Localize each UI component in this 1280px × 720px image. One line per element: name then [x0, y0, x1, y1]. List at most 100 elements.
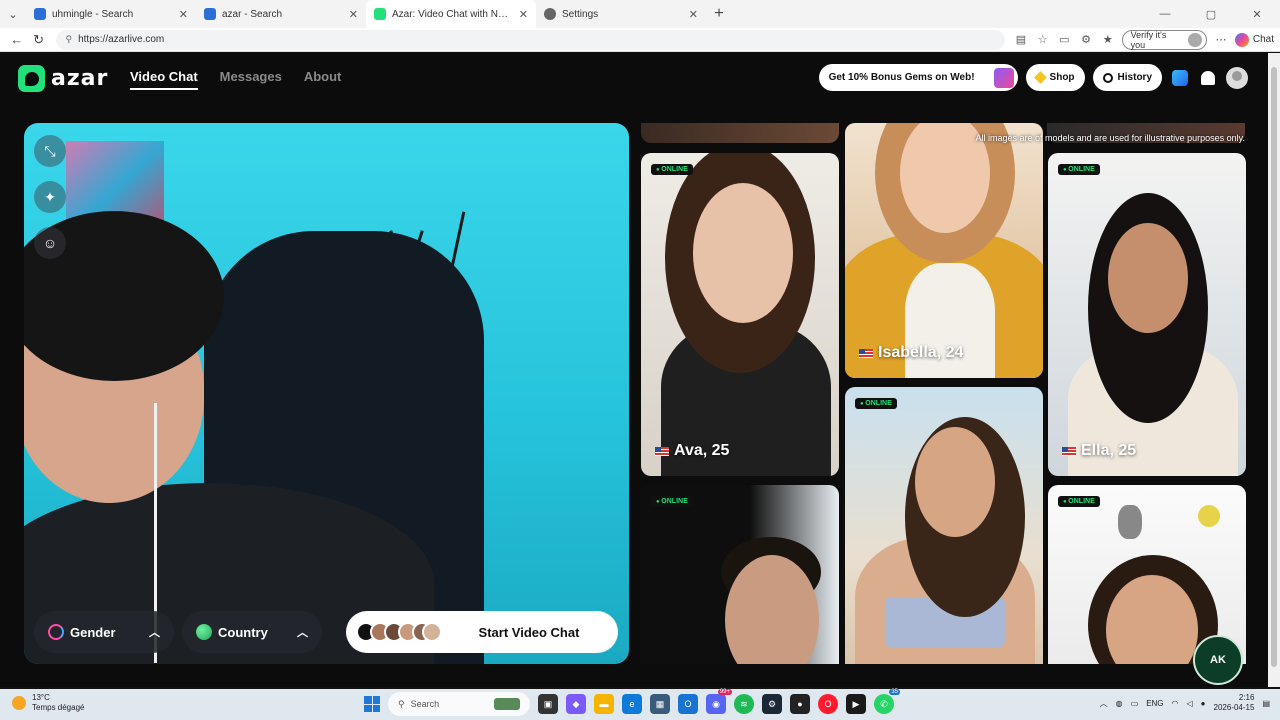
- close-tab-icon[interactable]: ✕: [689, 8, 698, 21]
- bonus-gems-button[interactable]: Get 10% Bonus Gems on Web!: [818, 64, 1018, 91]
- weather-moon-icon: [12, 696, 26, 710]
- tab-list-chevron-icon[interactable]: ⌄: [0, 0, 26, 28]
- profile-card[interactable]: ONLINE Ava, 25: [641, 153, 839, 476]
- capcut-icon[interactable]: ▶: [846, 694, 866, 714]
- face-filter-icon[interactable]: ☺: [34, 227, 66, 259]
- site-info-icon[interactable]: ⚲: [66, 34, 73, 45]
- notification-bell-icon[interactable]: [1198, 68, 1218, 88]
- notification-center-icon[interactable]: ▤: [1262, 699, 1270, 708]
- store-icon[interactable]: ▦: [650, 694, 670, 714]
- window-controls: — ▢ ✕: [1142, 0, 1280, 28]
- back-arrow-icon[interactable]: ←: [6, 29, 28, 51]
- page-scrollbar[interactable]: [1268, 53, 1280, 687]
- favorite-star-icon[interactable]: ☆: [1035, 32, 1051, 48]
- clock[interactable]: 2:16 2026-04-15: [1214, 693, 1255, 713]
- channel-watermark-logo: AK: [1193, 635, 1243, 685]
- network-icon[interactable]: ◍: [1116, 699, 1123, 708]
- shop-label: Shop: [1049, 72, 1075, 83]
- collapse-view-icon[interactable]: ⤡: [34, 135, 66, 167]
- online-badge: ONLINE: [1058, 496, 1100, 507]
- gift-icon: [993, 67, 1014, 88]
- profile-card[interactable]: ONLINE: [845, 387, 1043, 664]
- verify-profile-button[interactable]: Verify it's you: [1121, 29, 1208, 50]
- copilot-icon: [1234, 32, 1249, 47]
- minimize-icon[interactable]: —: [1142, 0, 1188, 28]
- close-window-icon[interactable]: ✕: [1234, 0, 1280, 28]
- windows-start-icon[interactable]: [364, 696, 380, 712]
- opera-icon[interactable]: O: [818, 694, 838, 714]
- user-profile-avatar[interactable]: [1226, 66, 1248, 89]
- nav-about[interactable]: About: [304, 69, 342, 90]
- copilot-button[interactable]: Chat: [1234, 32, 1274, 47]
- url-text: https://azarlive.com: [78, 34, 165, 45]
- main-nav: Video Chat Messages About: [130, 69, 341, 90]
- history-button[interactable]: History: [1092, 64, 1162, 91]
- profile-card[interactable]: ONLINE: [641, 485, 839, 664]
- lang-indicator[interactable]: ENG: [1146, 699, 1163, 708]
- volume-icon[interactable]: ◁: [1187, 699, 1193, 708]
- taskbar-search[interactable]: ⚲ Search: [388, 692, 530, 716]
- photo-face: [693, 183, 793, 323]
- profile-card-partial[interactable]: [641, 123, 839, 143]
- discord-badge: 99+: [717, 689, 732, 695]
- online-badge: ONLINE: [651, 496, 693, 507]
- close-tab-icon[interactable]: ✕: [519, 8, 528, 21]
- nav-video-chat[interactable]: Video Chat: [130, 69, 198, 90]
- new-tab-button[interactable]: +: [706, 5, 732, 23]
- microphone-icon[interactable]: ●: [1201, 699, 1206, 708]
- weather-widget[interactable]: 13°C Temps dégagé: [12, 693, 84, 713]
- start-video-chat-button[interactable]: Start Video Chat: [346, 611, 618, 653]
- history-label: History: [1117, 72, 1152, 83]
- close-tab-icon[interactable]: ✕: [349, 8, 358, 21]
- edge-icon[interactable]: e: [622, 694, 642, 714]
- gender-filter-button[interactable]: Gender ︿: [34, 611, 174, 653]
- profile-name: Ava, 25: [655, 442, 729, 460]
- browser-tab[interactable]: Settings ✕: [536, 0, 706, 28]
- country-filter-button[interactable]: Country ︿: [182, 611, 322, 653]
- avatar-stack: [356, 622, 442, 642]
- more-menu-icon[interactable]: ⋯: [1213, 32, 1229, 48]
- gem-balance-icon[interactable]: [1170, 68, 1190, 88]
- profile-card[interactable]: ONLINE Ella, 25: [1048, 153, 1246, 476]
- battery-icon[interactable]: ▭: [1131, 699, 1139, 708]
- copilot-app-icon[interactable]: ◆: [566, 694, 586, 714]
- reload-icon[interactable]: ↻: [28, 29, 50, 51]
- photo-face: [1108, 223, 1188, 333]
- tab-title: Settings: [562, 8, 599, 20]
- url-field[interactable]: ⚲ https://azarlive.com: [55, 29, 1006, 50]
- magic-wand-icon[interactable]: ✦: [34, 181, 66, 213]
- search-icon: ⚲: [398, 698, 405, 709]
- file-explorer-icon[interactable]: ▬: [594, 694, 614, 714]
- match-filters: Gender ︿ Country ︿: [34, 611, 322, 653]
- country-label: Country: [218, 624, 268, 640]
- shop-button[interactable]: Shop: [1025, 64, 1085, 91]
- weather-temp: 13°C: [32, 693, 50, 702]
- spotify-icon[interactable]: ≋: [734, 694, 754, 714]
- extensions-icon[interactable]: ⚙: [1078, 32, 1094, 48]
- search-placeholder: Search: [410, 699, 440, 709]
- azar-logo[interactable]: azar: [18, 65, 108, 92]
- azar-favicon-icon: [374, 8, 386, 20]
- steam-icon[interactable]: ⚙: [762, 694, 782, 714]
- whatsapp-icon[interactable]: ✆ 35: [874, 689, 900, 714]
- obs-icon[interactable]: ●: [790, 694, 810, 714]
- discord-icon[interactable]: ◉ 99+: [706, 689, 732, 714]
- reader-icon[interactable]: ▤: [1013, 32, 1029, 48]
- browser-tab-active[interactable]: Azar: Video Chat with New Pe ✕: [366, 0, 536, 28]
- wifi-icon[interactable]: ◠: [1172, 699, 1179, 708]
- video-toolbar: ⤡ ✦ ☺: [34, 135, 66, 259]
- outlook-icon[interactable]: O: [678, 694, 698, 714]
- browser-tab[interactable]: uhmingle - Search ✕: [26, 0, 196, 28]
- avatar: [422, 622, 442, 642]
- maximize-icon[interactable]: ▢: [1188, 0, 1234, 28]
- favorites-icon[interactable]: ★: [1100, 32, 1116, 48]
- task-view-icon[interactable]: ▣: [538, 694, 558, 714]
- tray-overflow-icon[interactable]: ︿: [1100, 698, 1108, 709]
- azar-page: azar Video Chat Messages About Get 10% B…: [0, 53, 1268, 687]
- close-tab-icon[interactable]: ✕: [179, 8, 188, 21]
- scrollbar-thumb[interactable]: [1271, 67, 1277, 667]
- screenshot-icon[interactable]: ▭: [1056, 32, 1072, 48]
- profile-card[interactable]: Isabella, 24: [845, 123, 1043, 378]
- browser-tab[interactable]: azar - Search ✕: [196, 0, 366, 28]
- nav-messages[interactable]: Messages: [220, 69, 282, 90]
